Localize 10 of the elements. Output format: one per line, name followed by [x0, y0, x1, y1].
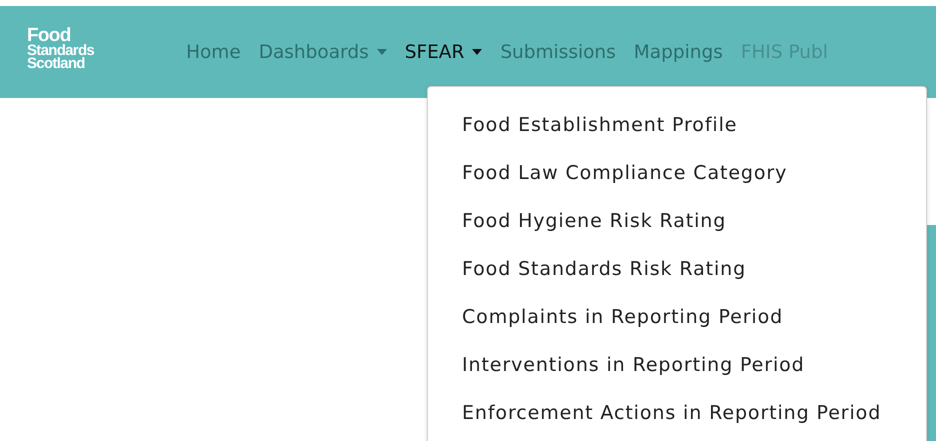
menu-item[interactable]: Enforcement Actions in Reporting Period — [428, 398, 926, 441]
menu-item[interactable]: Interventions in Reporting Period — [428, 350, 926, 398]
menu-item[interactable]: Food Establishment Profile — [428, 110, 926, 158]
menu-item[interactable]: Food Law Compliance Category — [428, 158, 926, 206]
menu-item[interactable]: Food Standards Risk Rating — [428, 254, 926, 302]
caret-icon — [472, 49, 482, 55]
nav-dropdown[interactable]: SFEAR — [404, 42, 482, 62]
menu-item[interactable]: Food Hygiene Risk Rating — [428, 206, 926, 254]
menu-item[interactable]: Complaints in Reporting Period — [428, 302, 926, 350]
caret-icon — [376, 49, 387, 55]
